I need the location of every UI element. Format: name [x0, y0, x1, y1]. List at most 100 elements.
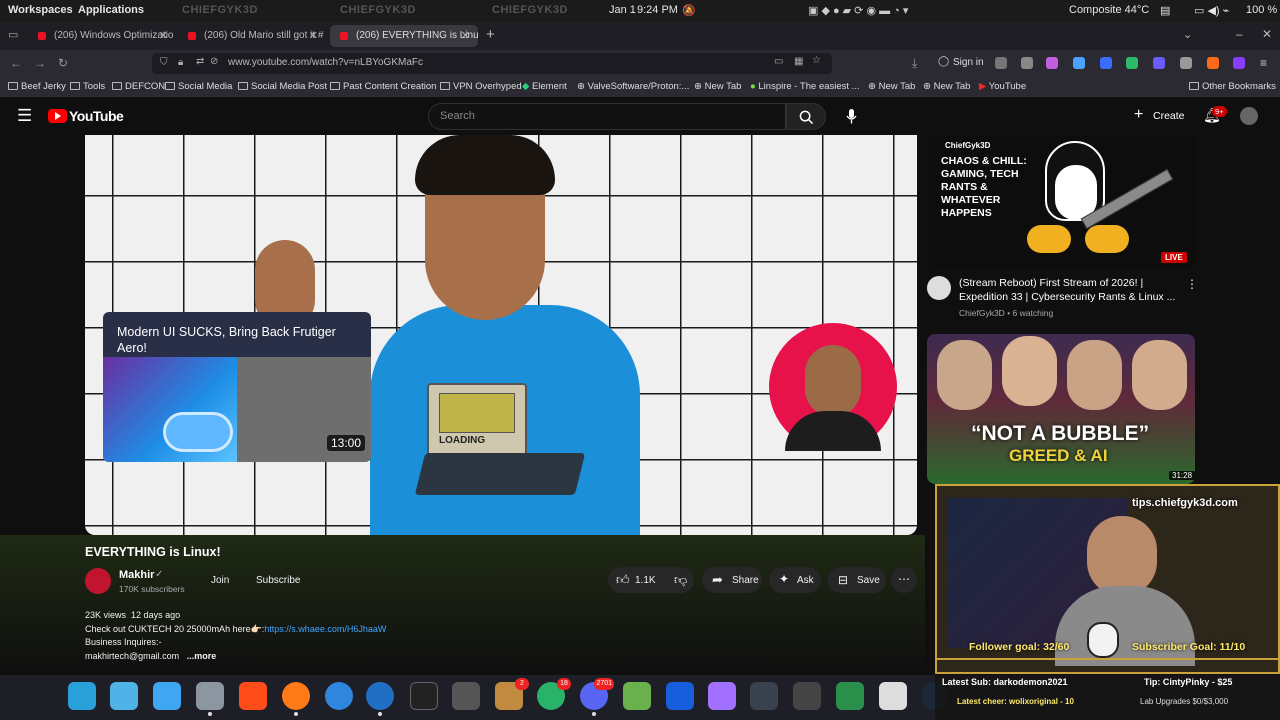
microphone-icon[interactable] — [845, 108, 858, 125]
terminal-icon[interactable] — [410, 682, 438, 710]
channel-name[interactable]: Makhir — [119, 569, 154, 581]
sync-app-icon[interactable]: 18 — [537, 678, 571, 710]
firefox-icon[interactable] — [282, 682, 310, 716]
bookmark-folder[interactable]: Social Media — [165, 81, 232, 92]
share-button[interactable]: ➦ Share — [702, 567, 762, 593]
other-bookmarks[interactable]: Other Bookmarks — [1189, 81, 1276, 92]
extension-icon[interactable] — [1153, 57, 1165, 69]
description-box[interactable]: 23K views 12 days ago Check out CUKTECH … — [85, 609, 386, 663]
bookmark-folder[interactable]: Beef Jerky — [8, 81, 66, 92]
tab-windows-optimization[interactable]: (206) Windows Optimizatio ✕ — [28, 25, 176, 47]
hamburger-menu-icon[interactable]: ☰ — [17, 106, 32, 126]
account-icon[interactable]: ◯ — [938, 56, 949, 67]
bookmark-folder[interactable]: VPN Overhyped — [440, 81, 522, 92]
extension-icon[interactable] — [1046, 57, 1058, 69]
permissions-icon[interactable]: ⇄ — [196, 56, 204, 67]
vm-app-icon[interactable] — [793, 682, 821, 710]
url-input[interactable]: ⛉ 🔒︎ ⇄ ⊘ www.youtube.com/watch?v=nLBYoGK… — [152, 53, 832, 74]
keepassxc-icon[interactable] — [623, 682, 651, 710]
qr-icon[interactable]: ▦ — [794, 56, 803, 67]
youtube-logo-icon[interactable] — [48, 109, 67, 123]
sign-in-button[interactable]: Sign in — [953, 57, 984, 68]
workspaces-menu[interactable]: Workspaces — [8, 4, 73, 16]
clipboard-icon[interactable]: ▤ — [1160, 4, 1170, 17]
file-manager-app-icon[interactable] — [110, 682, 138, 710]
extensions-menu-icon[interactable] — [1180, 57, 1192, 69]
back-icon[interactable]: ← — [10, 56, 22, 70]
search-button[interactable] — [786, 103, 826, 130]
new-tab-button[interactable]: + — [486, 26, 495, 43]
bookmark-link[interactable]: ⊕ ValveSoftware/Proton:... — [577, 81, 689, 92]
battery-level[interactable]: 100 % — [1246, 4, 1277, 16]
text-editor-icon[interactable] — [879, 682, 907, 710]
bookmark-folder[interactable]: Social Media Post — [238, 81, 327, 92]
tab-overflow-icon[interactable]: ⌄ — [1183, 28, 1192, 41]
app-menu-icon[interactable]: ≡ — [1260, 56, 1267, 70]
spreadsheet-app-icon[interactable] — [836, 682, 864, 710]
dnd-icon[interactable]: 🔕 — [682, 4, 696, 17]
close-tab-icon[interactable]: ✕ — [309, 29, 318, 42]
related-video-thumbnail[interactable]: “NOT A BUBBLE” GREED & AI 31:28 — [927, 334, 1195, 484]
bookmark-link[interactable]: ⊕ New Tab — [694, 81, 741, 92]
join-button[interactable]: Join — [199, 567, 241, 593]
extension-icon[interactable] — [1126, 57, 1138, 69]
extension-icon[interactable] — [1233, 57, 1245, 69]
bookmark-link[interactable]: ⊕ New Tab — [923, 81, 970, 92]
create-icon[interactable]: + — [1134, 106, 1143, 124]
reload-icon[interactable]: ↻ — [58, 56, 68, 70]
files-app-icon[interactable] — [196, 682, 224, 716]
create-button[interactable]: Create — [1153, 110, 1185, 122]
forward-icon[interactable]: → — [34, 56, 46, 70]
kebab-menu-icon[interactable]: ⋮ — [1186, 277, 1198, 291]
bitwarden-icon[interactable] — [666, 682, 694, 710]
reader-view-icon[interactable]: ▭ — [774, 56, 783, 67]
lock-icon[interactable]: 🔒︎ — [178, 57, 183, 68]
youtube-logo-text[interactable]: YouTube — [69, 108, 124, 124]
magnifier-app-icon[interactable] — [68, 682, 96, 710]
dislike-icon[interactable]: 👎︎ — [674, 572, 687, 588]
bookmark-link[interactable]: ● Linspire - The easiest ... — [750, 81, 860, 92]
archive-app-icon[interactable]: 2 — [495, 678, 529, 710]
close-tab-icon[interactable]: ✕ — [461, 29, 470, 42]
related-video-title[interactable]: (Stream Reboot) First Stream of 2026! | … — [959, 276, 1184, 304]
proton-app-icon[interactable] — [708, 682, 736, 710]
brave-browser-icon[interactable] — [239, 682, 267, 710]
audio-app-icon[interactable] — [750, 682, 778, 710]
chromium-icon[interactable] — [366, 682, 394, 716]
more-actions-button[interactable]: ⋯ — [891, 567, 917, 593]
description-link[interactable]: https://s.whaee.com/H6JhaaW — [264, 624, 386, 634]
clock-date[interactable]: Jan 1 — [609, 4, 636, 16]
tab-old-mario[interactable]: (206) Old Mario still got it # ✕ — [178, 25, 326, 47]
bookmark-link[interactable]: ◆ Element — [522, 81, 567, 92]
subscribe-button[interactable]: Subscribe — [246, 567, 308, 593]
extension-icon[interactable] — [1073, 57, 1085, 69]
show-more-button[interactable]: ...more — [187, 651, 217, 661]
like-icon[interactable]: 👍︎ — [616, 572, 630, 588]
shield-icon[interactable]: ⛉ — [160, 57, 168, 68]
bookmark-folder[interactable]: Past Content Creation — [330, 81, 436, 92]
search-input[interactable]: Search — [428, 103, 786, 130]
live-stream-thumbnail[interactable]: ChiefGyk3D CHAOS & CHILL: GAMING, TECH R… — [927, 135, 1195, 267]
discord-icon[interactable]: 2701 — [580, 678, 614, 716]
volume-icons[interactable]: ▭ ◀) ⌁ — [1194, 4, 1229, 17]
tab-list-icon[interactable]: ▭ — [8, 28, 18, 41]
extension-icon[interactable] — [1100, 57, 1112, 69]
bookmark-link[interactable]: ⊕ New Tab — [868, 81, 915, 92]
settings-gear-icon[interactable] — [452, 682, 480, 710]
bookmark-star-icon[interactable]: ☆ — [812, 55, 821, 66]
bookmark-folder[interactable]: DEFCON — [112, 81, 165, 92]
applications-menu[interactable]: Applications — [78, 4, 144, 16]
download-icon[interactable]: ⤓ — [912, 56, 917, 71]
channel-avatar[interactable] — [927, 276, 951, 300]
close-tab-icon[interactable]: ✕ — [159, 29, 168, 42]
extension-icon[interactable] — [1207, 57, 1219, 69]
close-window-button[interactable]: ✕ — [1262, 27, 1272, 41]
extension-icon[interactable] — [1021, 57, 1033, 69]
channel-avatar[interactable] — [85, 568, 111, 594]
minimize-button[interactable]: – — [1236, 27, 1243, 41]
video-player[interactable]: LOADING Modern UI SUCKS, Bring Back Frut… — [85, 135, 917, 535]
temperature-readout[interactable]: Composite 44°C — [1069, 4, 1149, 16]
thunderbird-icon[interactable] — [325, 682, 353, 710]
ask-button[interactable]: ✦ Ask — [769, 567, 821, 593]
camera-blocked-icon[interactable]: ⊘ — [210, 56, 218, 67]
